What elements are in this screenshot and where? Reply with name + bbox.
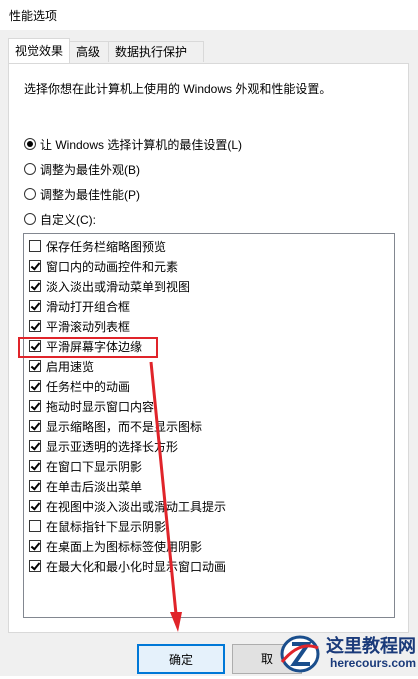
ok-button[interactable]: 确定: [137, 644, 225, 674]
watermark-site-url: herecours.com: [330, 656, 417, 670]
annotation-arrow: [149, 361, 182, 632]
watermark-logo: 这里教程网 herecours.com: [278, 628, 418, 676]
arrow-shaft: [149, 361, 178, 615]
tab-visual-effects[interactable]: 视觉效果: [8, 38, 70, 63]
watermark-site-name: 这里教程网: [326, 636, 416, 657]
arrow-head: [170, 612, 182, 632]
